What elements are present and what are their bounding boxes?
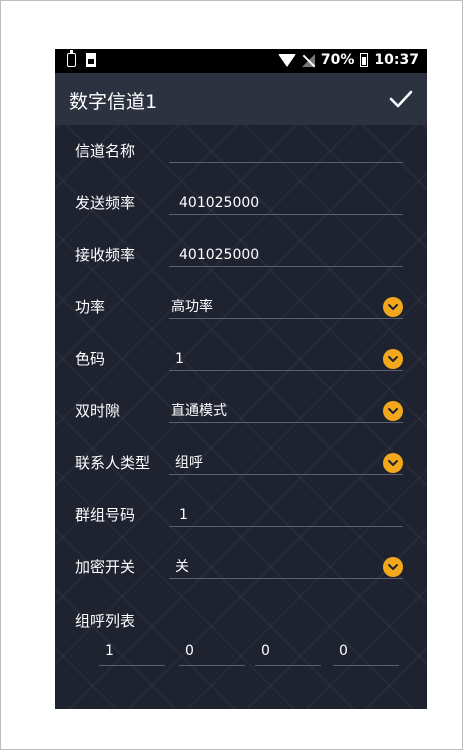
chevron-down-icon[interactable] bbox=[383, 349, 403, 369]
encryption-label: 加密开关 bbox=[75, 558, 136, 576]
battery-icon bbox=[360, 53, 369, 67]
encryption-select[interactable]: 关 bbox=[175, 541, 189, 593]
color-code-row[interactable]: 色码 1 bbox=[55, 333, 427, 385]
battery-percent: 70% bbox=[320, 52, 355, 68]
power-underline bbox=[169, 318, 403, 319]
tx-frequency-underline bbox=[169, 214, 403, 215]
rx-frequency-label: 接收频率 bbox=[75, 246, 136, 264]
app-bar: 数字信道1 bbox=[55, 73, 427, 125]
tx-frequency-label: 发送频率 bbox=[75, 194, 136, 212]
wifi-icon bbox=[277, 53, 296, 67]
group-number-input[interactable]: 1 bbox=[179, 489, 188, 541]
sim-card-icon bbox=[67, 50, 76, 67]
group-list-field-2[interactable]: 0 bbox=[179, 643, 249, 667]
group-list-underline bbox=[179, 665, 245, 666]
power-row[interactable]: 功率 高功率 bbox=[55, 281, 427, 333]
tx-frequency-input[interactable]: 401025000 bbox=[179, 177, 259, 229]
chevron-down-icon[interactable] bbox=[383, 557, 403, 577]
clock: 10:37 bbox=[374, 52, 419, 68]
channel-name-row: 信道名称 bbox=[55, 125, 427, 177]
contact-type-underline bbox=[169, 474, 403, 475]
encryption-row[interactable]: 加密开关 关 bbox=[55, 541, 427, 593]
dual-slot-label: 双时隙 bbox=[75, 402, 121, 420]
group-list-underline bbox=[99, 665, 165, 666]
chevron-down-icon[interactable] bbox=[383, 453, 403, 473]
channel-name-label: 信道名称 bbox=[75, 142, 136, 160]
group-list-field-3[interactable]: 0 bbox=[255, 643, 325, 667]
group-list-field-4[interactable]: 0 bbox=[333, 643, 403, 667]
channel-name-underline bbox=[169, 162, 403, 163]
color-code-select[interactable]: 1 bbox=[175, 333, 184, 385]
power-label: 功率 bbox=[75, 298, 106, 316]
group-list-field-1[interactable]: 1 bbox=[99, 643, 169, 667]
dual-slot-row[interactable]: 双时隙 直通模式 bbox=[55, 385, 427, 437]
group-number-label: 群组号码 bbox=[75, 506, 136, 524]
dual-slot-underline bbox=[169, 422, 403, 423]
tx-frequency-row: 发送频率 401025000 bbox=[55, 177, 427, 229]
group-list-value: 0 bbox=[261, 643, 270, 659]
dual-slot-select[interactable]: 直通模式 bbox=[171, 385, 227, 437]
group-list-value: 1 bbox=[105, 643, 114, 659]
rx-frequency-row: 接收频率 401025000 bbox=[55, 229, 427, 281]
contact-type-label: 联系人类型 bbox=[75, 454, 151, 472]
contact-type-select[interactable]: 组呼 bbox=[175, 437, 203, 489]
chevron-down-icon[interactable] bbox=[383, 297, 403, 317]
encryption-underline bbox=[169, 578, 403, 579]
color-code-underline bbox=[169, 370, 403, 371]
color-code-label: 色码 bbox=[75, 350, 106, 368]
rx-frequency-underline bbox=[169, 266, 403, 267]
check-icon bbox=[389, 90, 413, 108]
no-signal-icon bbox=[301, 53, 315, 67]
group-list-value: 0 bbox=[339, 643, 348, 659]
group-list-row: 组呼列表 bbox=[55, 595, 427, 647]
confirm-button[interactable] bbox=[387, 85, 415, 113]
power-select[interactable]: 高功率 bbox=[171, 281, 213, 333]
screenshot-frame: 70% 10:37 数字信道1 信道名称 发送频率 401025000 接收频率… bbox=[0, 0, 463, 750]
group-list-underline bbox=[333, 665, 399, 666]
channel-form: 信道名称 发送频率 401025000 接收频率 401025000 功率 高功… bbox=[55, 125, 427, 709]
group-number-row: 群组号码 1 bbox=[55, 489, 427, 541]
group-list-underline bbox=[255, 665, 321, 666]
page-title: 数字信道1 bbox=[69, 91, 158, 113]
group-list-label: 组呼列表 bbox=[75, 612, 136, 630]
notification-icon bbox=[86, 53, 96, 67]
contact-type-row[interactable]: 联系人类型 组呼 bbox=[55, 437, 427, 489]
status-bar: 70% 10:37 bbox=[55, 49, 427, 73]
rx-frequency-input[interactable]: 401025000 bbox=[179, 229, 259, 281]
group-number-underline bbox=[169, 526, 403, 527]
chevron-down-icon[interactable] bbox=[383, 401, 403, 421]
group-list-value: 0 bbox=[185, 643, 194, 659]
phone-screen: 70% 10:37 数字信道1 信道名称 发送频率 401025000 接收频率… bbox=[55, 49, 427, 709]
